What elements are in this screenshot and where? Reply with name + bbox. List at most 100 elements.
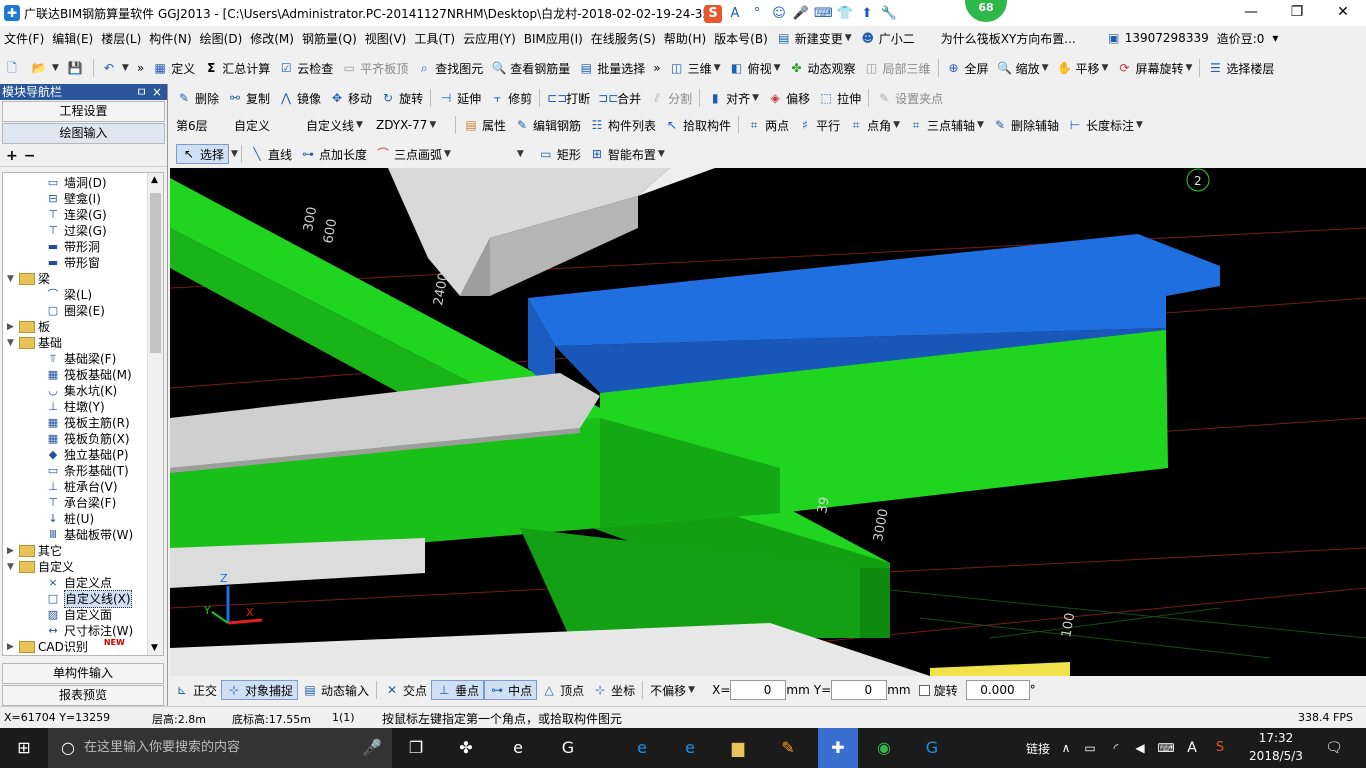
notification-icon[interactable]: 🗨 xyxy=(1322,736,1346,760)
tree-item[interactable]: ◡ 集水坑(K) xyxy=(45,383,117,399)
file-explorer-icon[interactable]: ▆ xyxy=(726,736,750,760)
menu-help[interactable]: 帮助(H) xyxy=(660,30,710,47)
batch-select-button[interactable]: ▤ 批量选择 xyxy=(574,57,649,79)
tree-scrollbar[interactable]: ▲ ▼ xyxy=(147,173,163,655)
new-change-button[interactable]: ▤ 新建变更 ▼ xyxy=(772,27,856,49)
tree-item[interactable]: ⊤ 连梁(G) xyxy=(45,207,106,223)
copy-button[interactable]: ⚯ 复制 xyxy=(223,87,274,109)
battery-icon[interactable]: ▭ xyxy=(1078,736,1102,760)
tree-folder[interactable]: ▶ 板 xyxy=(7,319,50,335)
ortho-button[interactable]: ⊾ 正交 xyxy=(170,679,221,701)
coord-button[interactable]: ⊹ 坐标 xyxy=(588,679,639,701)
break-button[interactable]: ⊏⊐ 打断 xyxy=(543,87,594,109)
ime-settings-icon[interactable]: 🔧 xyxy=(880,5,898,23)
tree-folder[interactable]: ▶ 其它 xyxy=(7,543,62,559)
tree-item[interactable]: □ 自定义线(X) xyxy=(45,590,132,608)
parallel-button[interactable]: ♯ 平行 xyxy=(793,114,844,136)
project-settings-button[interactable]: 工程设置 xyxy=(2,101,165,122)
point-length-button[interactable]: ⊶ 点加长度 xyxy=(296,143,371,165)
tree-folder[interactable]: ▼ 自定义 xyxy=(7,559,74,575)
dynamic-input-button[interactable]: ▤ 动态输入 xyxy=(298,679,373,701)
perpendicular-toggle[interactable]: ⊥ 垂点 xyxy=(431,680,485,700)
split-button[interactable]: ⫽ 分割 xyxy=(645,87,696,109)
keyboard-icon[interactable]: ⌨ xyxy=(1154,736,1178,760)
element-list-button[interactable]: ☷ 构件列表 xyxy=(585,114,660,136)
object-snap-toggle[interactable]: ⊹ 对象捕捉 xyxy=(221,680,299,700)
drawing-input-button[interactable]: 绘图输入 xyxy=(2,123,165,144)
rotate-checkbox[interactable] xyxy=(918,684,930,696)
single-input-button[interactable]: 单构件输入 xyxy=(2,663,164,684)
ime-punct-icon[interactable]: ° xyxy=(748,5,766,23)
chevron-down-icon[interactable]: ▼ xyxy=(517,149,524,159)
dynamic-view-button[interactable]: ✤ 动态观察 xyxy=(785,57,860,79)
edge-icon[interactable]: e xyxy=(506,736,530,760)
scroll-thumb[interactable] xyxy=(150,193,161,353)
menu-cloud[interactable]: 云应用(Y) xyxy=(459,30,520,47)
tree-item[interactable]: ⌒ 梁(L) xyxy=(45,287,93,303)
menu-view[interactable]: 视图(V) xyxy=(361,30,411,47)
props-button[interactable]: ▤ 属性 xyxy=(459,114,510,136)
expand-icon[interactable]: ▶ xyxy=(7,319,17,335)
menu-edit[interactable]: 编辑(E) xyxy=(48,30,97,47)
offset-mode-select[interactable]: 不偏移 ▼ xyxy=(646,680,706,700)
ime-lang-icon[interactable]: A xyxy=(726,5,744,23)
tree-item[interactable]: ▬ 带形洞 xyxy=(45,239,100,255)
undo-button[interactable]: ↶ ▼ xyxy=(97,57,133,79)
three-point-axis-button[interactable]: ⌗ 三点辅轴 ▼ xyxy=(904,114,988,136)
report-preview-button[interactable]: 报表预览 xyxy=(2,685,164,706)
wifi-icon[interactable]: ◜ xyxy=(1104,736,1128,760)
tree-item[interactable]: ⊤ 过梁(G) xyxy=(45,223,106,239)
tree-item[interactable]: × 自定义点 xyxy=(45,575,112,591)
point-angle-button[interactable]: ⌗ 点角 ▼ xyxy=(844,114,904,136)
question-link[interactable]: 为什么筏板XY方向布置... xyxy=(937,27,1080,49)
x-input[interactable]: 0 xyxy=(730,680,787,700)
open-file-button[interactable]: 📂 ▼ xyxy=(27,57,63,79)
collapse-all-icon[interactable]: − xyxy=(24,148,36,164)
app-green-icon[interactable]: ◉ xyxy=(872,736,896,760)
ime-update-icon[interactable]: ⬆ xyxy=(858,5,876,23)
expand-all-icon[interactable]: + xyxy=(6,148,18,164)
scroll-up-icon[interactable]: ▲ xyxy=(151,175,158,185)
tree-item[interactable]: ▬ 带形窗 xyxy=(45,255,100,271)
close-button[interactable]: ✕ xyxy=(1320,0,1366,26)
3d-viewport[interactable]: 300 600 2400 3000 39 100 2 Z X Y xyxy=(170,168,1366,676)
windows-start-icon[interactable]: ⊞ xyxy=(12,736,36,760)
select-floor-button[interactable]: ☰ 选择楼层 xyxy=(1203,57,1278,79)
more-icon[interactable]: » xyxy=(649,57,664,79)
pan-button[interactable]: ✋ 平移 ▼ xyxy=(1053,57,1113,79)
delete-axis-button[interactable]: ✎ 删除辅轴 xyxy=(988,114,1063,136)
find-element-button[interactable]: ⌕ 查找图元 xyxy=(412,57,487,79)
user-account[interactable]: ▣ 13907298339 xyxy=(1102,27,1213,49)
y-input[interactable]: 0 xyxy=(831,680,888,700)
close-icon[interactable]: × xyxy=(152,84,162,100)
define-button[interactable]: ▦ 定义 xyxy=(148,57,199,79)
select-button[interactable]: ↖ 选择 xyxy=(176,144,230,164)
menu-element[interactable]: 构件(N) xyxy=(145,30,195,47)
menu-overflow-icon[interactable]: ▾ xyxy=(1268,27,1282,49)
vertex-button[interactable]: △ 顶点 xyxy=(537,679,588,701)
taskbar-search[interactable]: 在这里输入你要搜索的内容 xyxy=(48,728,392,768)
chevron-up-icon[interactable]: ∧ xyxy=(1054,736,1078,760)
tree-item[interactable]: ◆ 独立基础(P) xyxy=(45,447,129,463)
tree-item[interactable]: ⊟ 壁龛(I) xyxy=(45,191,101,207)
screen-rotate-button[interactable]: ⟳ 屏幕旋转 ▼ xyxy=(1112,57,1196,79)
delete-button[interactable]: ✎ 删除 xyxy=(172,87,223,109)
minimize-button[interactable]: — xyxy=(1228,0,1274,26)
sogou-tray-icon[interactable]: S xyxy=(1208,736,1232,760)
ime-keyboard-icon[interactable]: ⌨ xyxy=(814,5,833,23)
ime-skin-icon[interactable]: 👕 xyxy=(836,5,854,23)
menu-version[interactable]: 版本号(B) xyxy=(710,30,772,47)
tree-item[interactable]: ▦ 筏板主筋(R) xyxy=(45,415,130,431)
tree-folder[interactable]: ▼ 梁 xyxy=(7,271,50,287)
local3d-button[interactable]: ◫ 局部三维 xyxy=(860,57,935,79)
zoom-button[interactable]: 🔍 缩放 ▼ xyxy=(993,57,1053,79)
sogou-icon[interactable]: S xyxy=(704,5,722,23)
ie-icon[interactable]: e xyxy=(678,736,702,760)
menu-rebar[interactable]: 钢筋量(Q) xyxy=(298,30,361,47)
floor-select[interactable]: 第6层 xyxy=(172,115,230,135)
ime-voice-icon[interactable]: 🎤 xyxy=(792,5,810,23)
chevron-down-icon[interactable]: ▼ xyxy=(231,149,238,159)
ime-indicator[interactable]: A xyxy=(1180,736,1204,760)
tree-item[interactable]: ⫪ 基础梁(F) xyxy=(45,351,116,367)
tree-item[interactable]: ▦ 筏板基础(M) xyxy=(45,367,132,383)
